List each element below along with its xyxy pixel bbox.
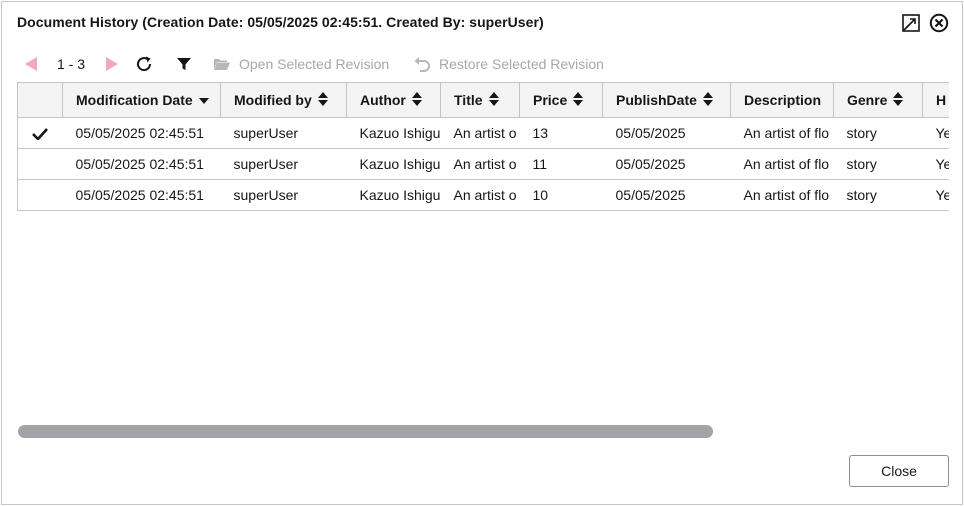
maximize-icon[interactable] xyxy=(901,13,921,33)
undo-icon xyxy=(413,56,431,72)
prev-page-icon[interactable] xyxy=(24,52,38,76)
table-row[interactable]: 05/05/2025 02:45:51 superUser Kazuo Ishi… xyxy=(17,117,949,149)
table-cell: story xyxy=(833,148,923,180)
column-header-label: Modification Date xyxy=(76,92,193,108)
column-header[interactable]: Description xyxy=(730,82,834,118)
filter-icon[interactable] xyxy=(176,52,192,76)
sort-both-icon[interactable] xyxy=(488,91,499,109)
column-header-label: Title xyxy=(454,92,483,108)
column-header-label: Author xyxy=(360,92,406,108)
table-cell: 05/05/2025 02:45:51 xyxy=(62,179,221,211)
table-cell: Ye xyxy=(922,117,949,149)
table-cell: An artist of flo xyxy=(730,117,834,149)
folder-open-icon xyxy=(213,57,231,71)
open-selected-revision-button[interactable]: Open Selected Revision xyxy=(213,52,389,76)
table-cell: story xyxy=(833,117,923,149)
table-cell: superUser xyxy=(220,148,347,180)
column-header[interactable]: Modified by xyxy=(220,82,347,118)
table-cell: 10 xyxy=(519,179,603,211)
column-header-label: Description xyxy=(744,92,822,108)
revision-table: Modification Date Modified by Author Tit… xyxy=(17,82,949,211)
restore-selected-revision-label: Restore Selected Revision xyxy=(439,56,604,72)
column-header-label: Price xyxy=(533,92,568,108)
column-header-label: PublishDate xyxy=(616,92,697,108)
row-select-cell[interactable] xyxy=(17,148,63,180)
restore-selected-revision-button[interactable]: Restore Selected Revision xyxy=(413,52,604,76)
close-button[interactable]: Close xyxy=(849,455,949,487)
select-column-header xyxy=(17,82,63,118)
horizontal-scrollbar[interactable] xyxy=(18,425,713,438)
sort-both-icon[interactable] xyxy=(702,91,713,109)
column-header[interactable]: Title xyxy=(440,82,520,118)
table-cell: superUser xyxy=(220,179,347,211)
page-range: 1 - 3 xyxy=(57,56,86,72)
table-cell: An artist o xyxy=(440,148,520,180)
table-cell: Kazuo Ishigu xyxy=(346,179,441,211)
row-select-cell[interactable] xyxy=(17,179,63,211)
table-cell: 05/05/2025 02:45:51 xyxy=(62,117,221,149)
sort-both-icon[interactable] xyxy=(411,91,422,109)
column-header[interactable]: Genre xyxy=(833,82,923,118)
column-header[interactable]: Modification Date xyxy=(62,82,221,118)
table-cell: 13 xyxy=(519,117,603,149)
table-cell: An artist o xyxy=(440,117,520,149)
close-circle-icon[interactable] xyxy=(929,13,949,33)
column-header[interactable]: Price xyxy=(519,82,603,118)
column-header[interactable]: Author xyxy=(346,82,441,118)
table-cell: superUser xyxy=(220,117,347,149)
sort-both-icon[interactable] xyxy=(573,91,584,109)
table-cell: Ye xyxy=(922,148,949,180)
row-select-cell[interactable] xyxy=(17,117,63,149)
column-header-label: H xyxy=(936,92,947,108)
table-cell: story xyxy=(833,179,923,211)
table-row[interactable]: 05/05/2025 02:45:51 superUser Kazuo Ishi… xyxy=(17,179,949,211)
document-history-dialog: Document History (Creation Date: 05/05/2… xyxy=(1,1,963,505)
table-row[interactable]: 05/05/2025 02:45:51 superUser Kazuo Ishi… xyxy=(17,148,949,180)
table-cell: Ye xyxy=(922,179,949,211)
header-row: Modification Date Modified by Author Tit… xyxy=(17,82,949,118)
sort-desc-icon[interactable] xyxy=(198,92,209,108)
history-toolbar: 1 - 3 Open Selected Revision Restore Sel… xyxy=(17,52,947,76)
sort-both-icon[interactable] xyxy=(317,91,328,109)
table-cell: 11 xyxy=(519,148,603,180)
column-header-label: Modified by xyxy=(234,92,312,108)
table-cell: 05/05/2025 02:45:51 xyxy=(62,148,221,180)
table-cell: Kazuo Ishigu xyxy=(346,148,441,180)
table-cell: 05/05/2025 xyxy=(602,148,731,180)
sort-both-icon[interactable] xyxy=(893,91,904,109)
next-page-icon[interactable] xyxy=(105,52,119,76)
column-header-label: Genre xyxy=(847,92,888,108)
table-cell: Kazuo Ishigu xyxy=(346,117,441,149)
table-cell: An artist o xyxy=(440,179,520,211)
column-header[interactable]: H xyxy=(922,82,949,118)
table-cell: An artist of flo xyxy=(730,179,834,211)
table-cell: 05/05/2025 xyxy=(602,117,731,149)
table-cell: An artist of flo xyxy=(730,148,834,180)
revision-grid: Modification Date Modified by Author Tit… xyxy=(17,82,949,412)
table-cell: 05/05/2025 xyxy=(602,179,731,211)
refresh-icon[interactable] xyxy=(135,52,153,76)
dialog-title: Document History (Creation Date: 05/05/2… xyxy=(17,14,544,30)
open-selected-revision-label: Open Selected Revision xyxy=(239,56,390,72)
column-header[interactable]: PublishDate xyxy=(602,82,731,118)
checkmark-icon xyxy=(32,125,49,141)
